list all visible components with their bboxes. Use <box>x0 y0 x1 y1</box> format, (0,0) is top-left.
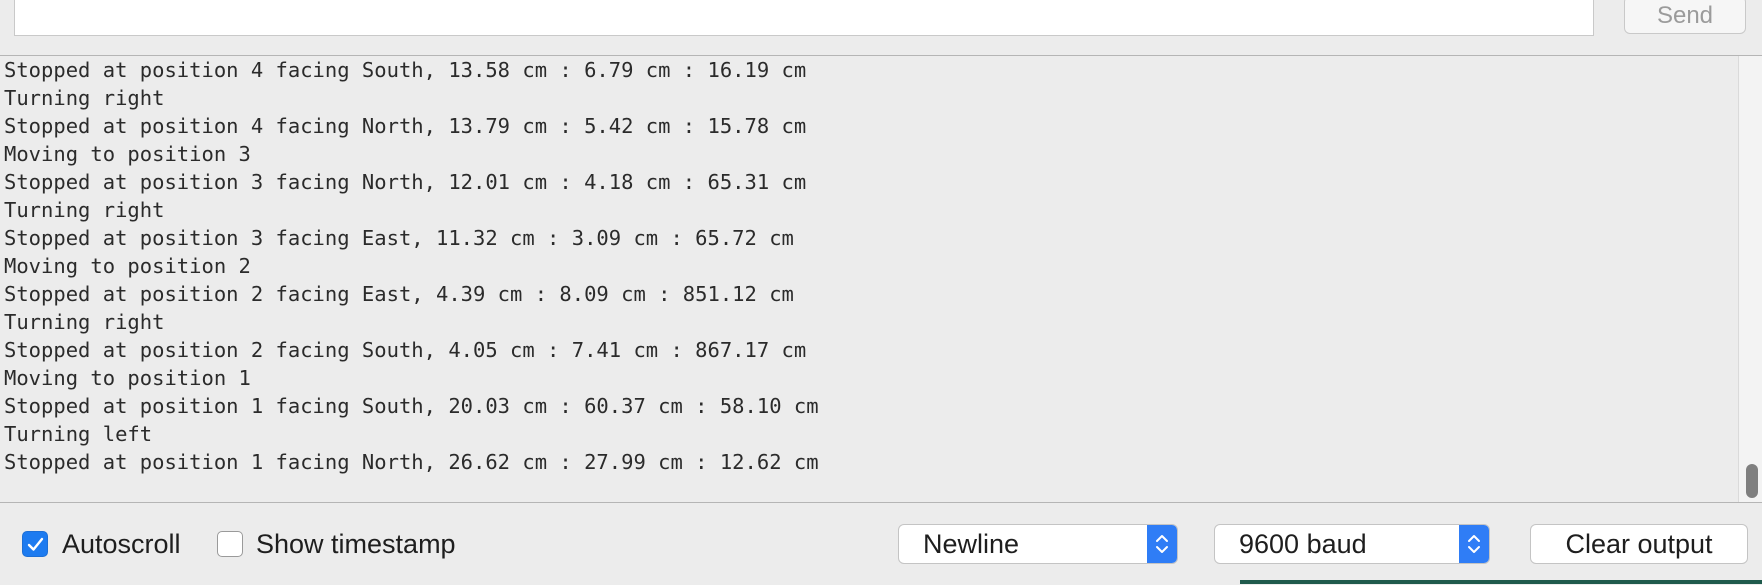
log-line: Stopped at position 4 facing North, 13.7… <box>4 114 807 138</box>
autoscroll-checkbox[interactable] <box>22 531 48 557</box>
log-line: Stopped at position 1 facing North, 26.6… <box>4 450 819 474</box>
log-line: Stopped at position 1 facing South, 20.0… <box>4 394 819 418</box>
log-line: Stopped at position 3 facing East, 11.32… <box>4 226 794 250</box>
log-line: Stopped at position 2 facing South, 4.05… <box>4 338 807 362</box>
select-arrows-icon <box>1459 525 1489 563</box>
autoscroll-label: Autoscroll <box>62 529 181 559</box>
log-line: Moving to position 3 <box>4 142 251 166</box>
log-line: Turning left <box>4 422 153 446</box>
log-line: Stopped at position 3 facing North, 12.0… <box>4 170 807 194</box>
clear-output-button[interactable]: Clear output <box>1530 524 1748 564</box>
line-ending-value: Newline <box>923 529 1020 559</box>
serial-input[interactable] <box>14 0 1594 36</box>
log-line: Turning right <box>4 86 165 110</box>
log-line: Turning right <box>4 198 165 222</box>
show-timestamp-checkbox[interactable] <box>217 531 243 557</box>
output-scrollbar[interactable] <box>1738 56 1762 502</box>
log-line: Moving to position 1 <box>4 366 251 390</box>
line-ending-select[interactable]: Newline <box>898 524 1178 564</box>
send-button[interactable]: Send <box>1624 0 1746 34</box>
serial-output: Stopped at position 4 facing South, 13.5… <box>0 56 1738 502</box>
baud-rate-select[interactable]: 9600 baud <box>1214 524 1490 564</box>
log-line: Stopped at position 2 facing East, 4.39 … <box>4 282 794 306</box>
select-arrows-icon <box>1147 525 1177 563</box>
checkmark-icon <box>27 537 44 551</box>
footer-toolbar: Autoscroll Show timestamp Newline 9600 b… <box>0 502 1762 585</box>
log-line: Moving to position 2 <box>4 254 251 278</box>
log-line: Stopped at position 4 facing South, 13.5… <box>4 58 807 82</box>
baud-rate-value: 9600 baud <box>1239 529 1367 559</box>
show-timestamp-label: Show timestamp <box>256 529 456 559</box>
background-window-edge <box>1240 580 1762 584</box>
send-panel: Send <box>0 0 1762 56</box>
log-line: Turning right <box>4 310 165 334</box>
scrollbar-thumb[interactable] <box>1746 464 1758 498</box>
